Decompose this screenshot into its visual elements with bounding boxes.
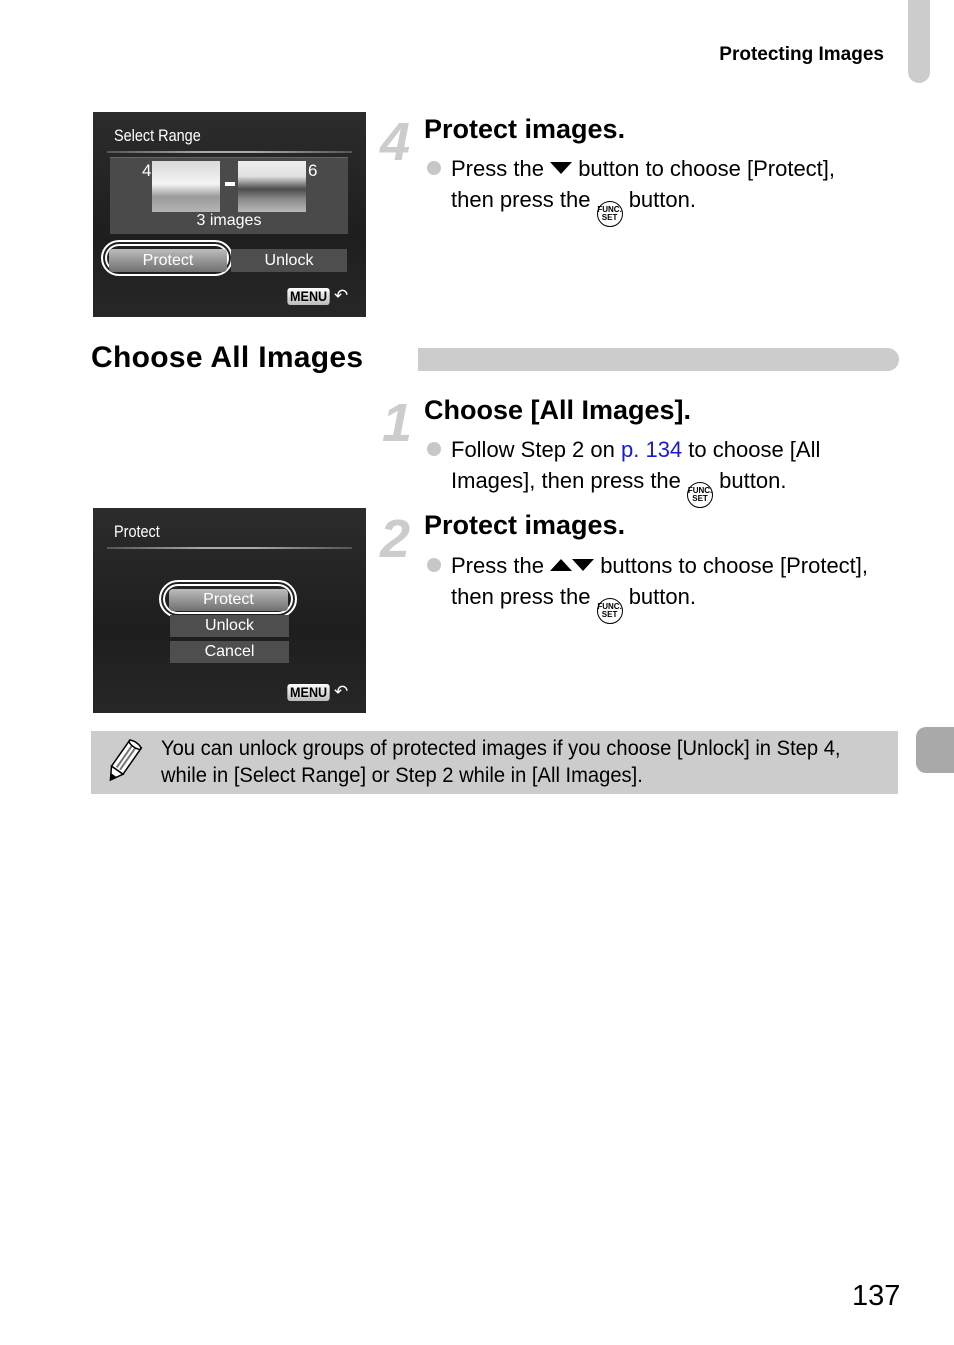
back-icon: ↶	[334, 682, 349, 701]
section-title: Choose All Images	[91, 341, 364, 374]
unlock-option[interactable]: Unlock	[170, 615, 289, 637]
range-selector: 4 6 3 images	[110, 157, 348, 234]
step-instruction: Press the buttons to choose [Protect], t…	[427, 550, 911, 624]
down-arrow-icon	[550, 162, 573, 174]
page-number: 137	[852, 1280, 901, 1312]
back-icon: ↶	[334, 286, 349, 305]
func-set-icon: FUNC. SET	[596, 201, 623, 227]
section-bar	[418, 348, 899, 371]
func-set-icon: FUNC. SET	[596, 598, 623, 624]
running-header: Protecting Images	[719, 44, 884, 65]
screen-title: Select Range	[114, 126, 201, 145]
chapter-tab-top	[908, 0, 930, 83]
note-text: You can unlock groups of protected image…	[161, 737, 841, 787]
step-instruction: Follow Step 2 on p. 134 to choose [All I…	[427, 434, 901, 508]
step-title: Protect images.	[424, 510, 626, 540]
step-number: 2	[380, 509, 411, 569]
step-number: 4	[380, 112, 411, 172]
menu-icon: MENU	[287, 288, 330, 305]
bullet-icon	[427, 161, 441, 175]
unlock-button[interactable]: Unlock	[231, 249, 347, 272]
image-count: 3 images	[196, 212, 262, 229]
up-arrow-icon	[550, 559, 573, 571]
menu-icon: MENU	[287, 684, 330, 701]
thumbnail-start	[152, 161, 220, 212]
step-number: 1	[382, 393, 413, 453]
step-title: Protect images.	[424, 114, 626, 144]
bullet-icon	[427, 558, 441, 572]
divider	[107, 151, 352, 153]
camera-screen-protect: Protect Protect Unlock Cancel MENU ↶	[93, 508, 366, 713]
protect-option[interactable]: Protect	[169, 589, 288, 611]
down-arrow-icon	[572, 559, 595, 571]
note-box: You can unlock groups of protected image…	[91, 731, 898, 794]
func-set-icon: FUNC. SET	[687, 482, 714, 508]
pencil-icon	[109, 738, 143, 782]
range-separator	[225, 182, 235, 186]
step-title: Choose [All Images].	[424, 395, 692, 425]
screen-title: Protect	[114, 522, 160, 541]
protect-button[interactable]: Protect	[109, 249, 227, 272]
divider	[107, 547, 352, 549]
step-instruction: Press the button to choose [Protect], th…	[427, 153, 901, 227]
cancel-option[interactable]: Cancel	[170, 641, 289, 663]
page-link[interactable]: p. 134	[621, 437, 682, 462]
thumbnail-end	[238, 161, 306, 212]
bullet-icon	[427, 442, 441, 456]
range-start: 4	[142, 161, 152, 180]
range-end: 6	[308, 161, 318, 180]
camera-screen-select-range: Select Range 4 6 3 images Protect Unlock…	[93, 112, 366, 317]
chapter-tab-side	[916, 727, 954, 773]
